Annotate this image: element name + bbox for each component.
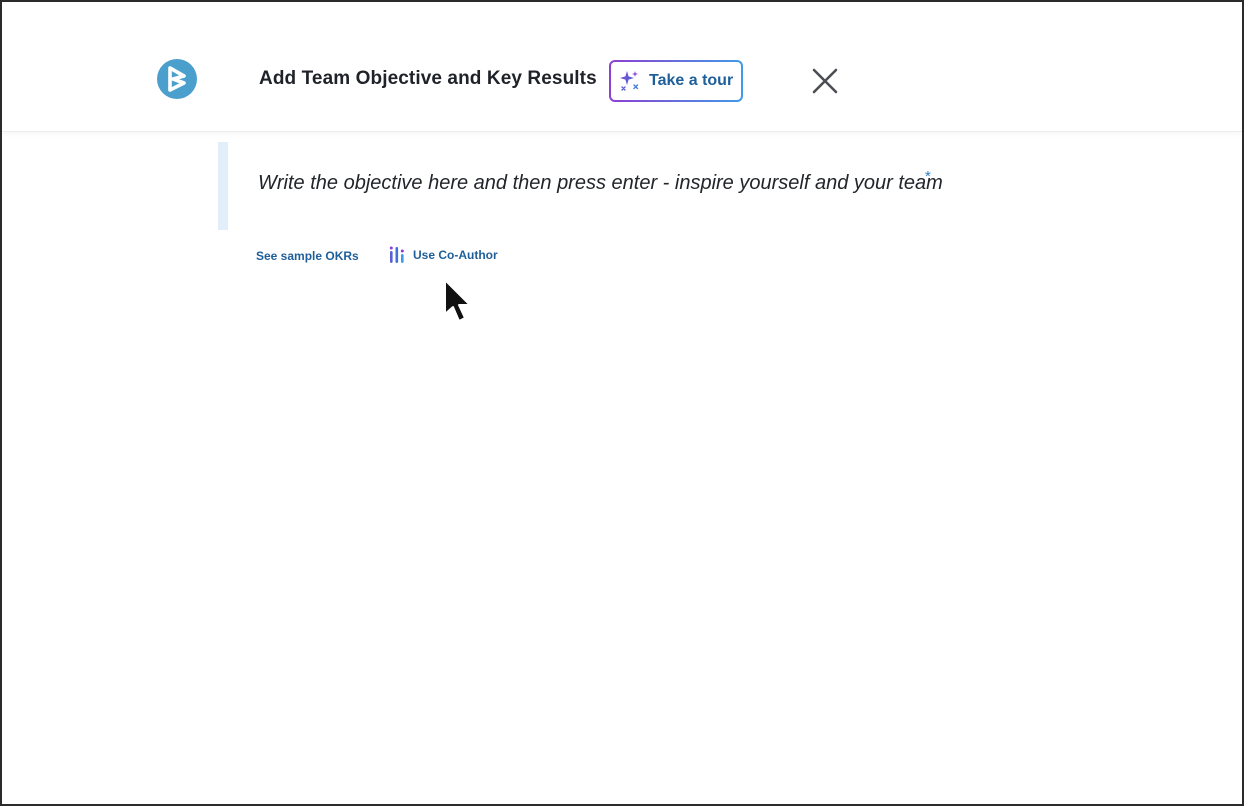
sparkle-icon [620,71,639,91]
page-title: Add Team Objective and Key Results [259,68,597,89]
modal-header: Add Team Objective and Key Results Take … [2,2,1242,132]
co-author-icon [389,246,404,263]
brand-logo-icon [157,59,197,99]
close-icon[interactable] [810,66,840,96]
objective-row: * [218,142,1228,230]
mouse-pointer-icon [444,279,471,322]
take-a-tour-label: Take a tour [649,72,734,89]
objective-accent-bar [218,142,228,230]
app-window: Add Team Objective and Key Results Take … [0,0,1244,806]
required-marker: * [925,168,931,185]
take-a-tour-button[interactable]: Take a tour [609,60,743,102]
use-co-author-label: Use Co-Author [413,248,498,262]
use-co-author-link[interactable]: Use Co-Author [388,245,498,265]
see-sample-okrs-link[interactable]: See sample OKRs [256,249,359,263]
objective-input[interactable] [258,166,1158,200]
